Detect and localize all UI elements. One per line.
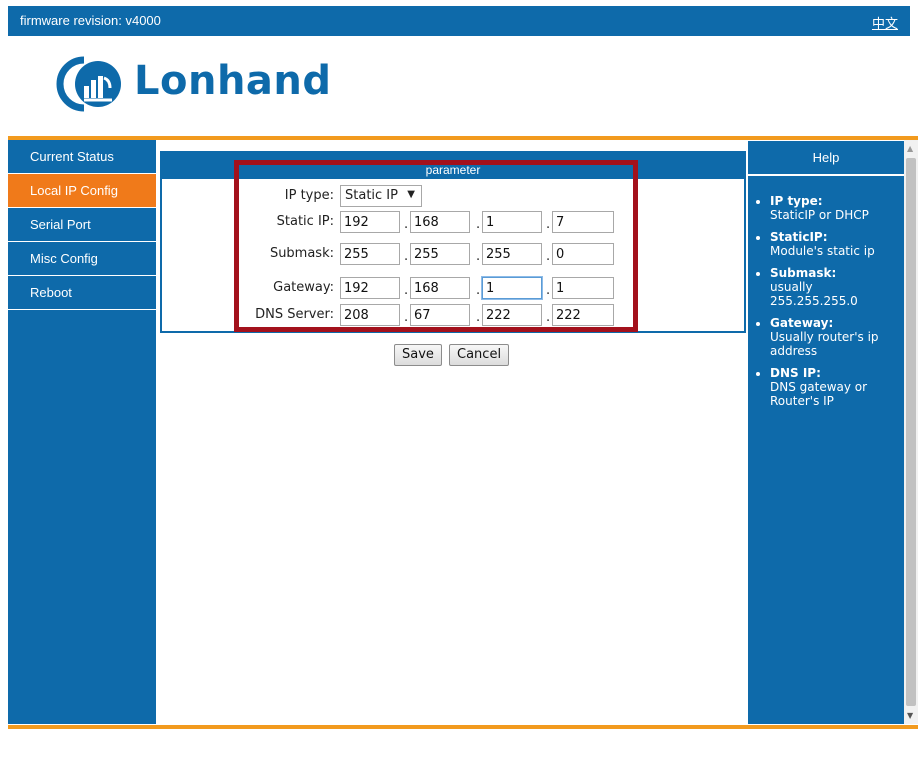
dns-label: DNS Server: bbox=[255, 307, 334, 322]
submask-label: Submask: bbox=[269, 246, 334, 261]
top-bar: firmware revision: v4000 中文 bbox=[8, 6, 910, 36]
help-item-title: Submask: bbox=[770, 266, 837, 280]
dns-octet-1[interactable] bbox=[340, 304, 400, 326]
panel-header: parameter bbox=[162, 153, 744, 179]
octet-separator: . bbox=[404, 217, 409, 232]
ip-type-row: IP type: Static IP ▼ bbox=[162, 185, 642, 207]
static-ip-octet-1[interactable] bbox=[340, 211, 400, 233]
submask-octet-3[interactable] bbox=[482, 243, 542, 265]
gateway-octet-4[interactable] bbox=[552, 277, 614, 299]
action-buttons: Save Cancel bbox=[394, 343, 511, 366]
octet-separator: . bbox=[404, 249, 409, 264]
help-item: IP type:StaticIP or DHCP bbox=[770, 194, 904, 222]
octet-separator: . bbox=[546, 217, 551, 232]
gateway-label: Gateway: bbox=[273, 280, 334, 295]
ip-type-select[interactable]: Static IP ▼ bbox=[340, 185, 422, 207]
help-item-title: Gateway: bbox=[770, 316, 834, 330]
octet-separator: . bbox=[546, 310, 551, 325]
static-ip-octet-2[interactable] bbox=[410, 211, 470, 233]
octet-separator: . bbox=[546, 283, 551, 298]
cancel-button[interactable]: Cancel bbox=[449, 344, 510, 366]
help-item-title: IP type: bbox=[770, 194, 823, 208]
scroll-up-icon[interactable]: ▲ bbox=[907, 144, 913, 153]
octet-separator: . bbox=[476, 283, 481, 298]
ip-type-value: Static IP bbox=[345, 188, 398, 203]
dns-row: DNS Server: . . . bbox=[162, 304, 642, 326]
help-panel: Help IP type:StaticIP or DHCP StaticIP:M… bbox=[748, 141, 904, 724]
octet-separator: . bbox=[546, 249, 551, 264]
help-item-desc: usually 255.255.255.0 bbox=[770, 280, 858, 308]
help-item-desc: DNS gateway or Router's IP bbox=[770, 380, 868, 408]
static-ip-row: Static IP: . . . bbox=[162, 211, 642, 233]
help-item-title: DNS IP: bbox=[770, 366, 821, 380]
submask-row: Submask: . . . bbox=[162, 243, 642, 265]
sidebar-item-reboot[interactable]: Reboot bbox=[8, 276, 156, 310]
static-ip-octet-4[interactable] bbox=[552, 211, 614, 233]
submask-octet-2[interactable] bbox=[410, 243, 470, 265]
sidebar: Current Status Local IP Config Serial Po… bbox=[8, 140, 156, 724]
gateway-octet-2[interactable] bbox=[410, 277, 470, 299]
submask-octet-1[interactable] bbox=[340, 243, 400, 265]
gateway-octet-1[interactable] bbox=[340, 277, 400, 299]
gateway-row: Gateway: . . . bbox=[162, 277, 642, 299]
static-ip-label: Static IP: bbox=[276, 214, 334, 229]
submask-octet-4[interactable] bbox=[552, 243, 614, 265]
help-item: StaticIP:Module's static ip bbox=[770, 230, 904, 258]
dns-octet-4[interactable] bbox=[552, 304, 614, 326]
octet-separator: . bbox=[476, 217, 481, 232]
firmware-revision: firmware revision: v4000 bbox=[20, 13, 161, 28]
divider-bottom bbox=[8, 725, 918, 729]
help-title: Help bbox=[748, 141, 904, 176]
help-item: DNS IP:DNS gateway or Router's IP bbox=[770, 366, 904, 408]
brand-name: Lonhand bbox=[134, 58, 332, 104]
sidebar-item-misc-config[interactable]: Misc Config bbox=[8, 242, 156, 276]
help-item-desc: Module's static ip bbox=[770, 244, 875, 258]
dns-octet-3[interactable] bbox=[482, 304, 542, 326]
dns-octet-2[interactable] bbox=[410, 304, 470, 326]
octet-separator: . bbox=[404, 283, 409, 298]
help-item: Gateway:Usually router's ip address bbox=[770, 316, 904, 358]
dropdown-arrow-icon: ▼ bbox=[407, 189, 415, 200]
octet-separator: . bbox=[476, 310, 481, 325]
help-item-desc: Usually router's ip address bbox=[770, 330, 879, 358]
help-scrollbar[interactable]: ▲ ▼ bbox=[904, 140, 918, 724]
help-item-desc: StaticIP or DHCP bbox=[770, 208, 869, 222]
octet-separator: . bbox=[404, 310, 409, 325]
ip-type-label: IP type: bbox=[284, 188, 334, 203]
sidebar-item-local-ip-config[interactable]: Local IP Config bbox=[8, 174, 156, 208]
scroll-down-icon[interactable]: ▼ bbox=[907, 711, 913, 720]
lonhand-logo-icon bbox=[56, 56, 121, 112]
parameter-panel: parameter IP type: Static IP ▼ Static IP… bbox=[160, 151, 746, 333]
help-item: Submask:usually 255.255.255.0 bbox=[770, 266, 904, 308]
gateway-octet-3[interactable] bbox=[482, 277, 542, 299]
help-item-title: StaticIP: bbox=[770, 230, 828, 244]
scrollbar-thumb[interactable] bbox=[906, 158, 916, 706]
sidebar-item-current-status[interactable]: Current Status bbox=[8, 140, 156, 174]
language-link[interactable]: 中文 bbox=[872, 13, 898, 32]
help-list: IP type:StaticIP or DHCP StaticIP:Module… bbox=[748, 194, 904, 408]
sidebar-item-serial-port[interactable]: Serial Port bbox=[8, 208, 156, 242]
static-ip-octet-3[interactable] bbox=[482, 211, 542, 233]
save-button[interactable]: Save bbox=[394, 344, 442, 366]
octet-separator: . bbox=[476, 249, 481, 264]
